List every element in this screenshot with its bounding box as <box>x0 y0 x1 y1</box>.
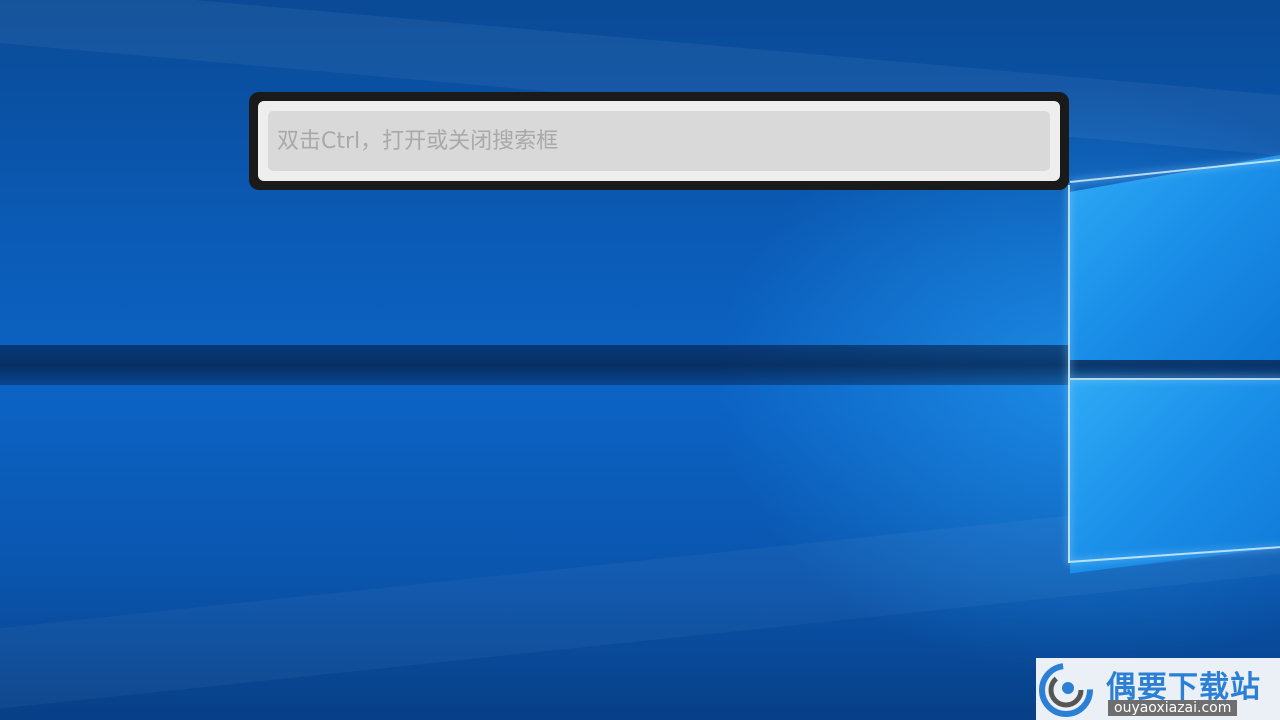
search-input[interactable] <box>268 111 1050 171</box>
wallpaper-light-beam-vertical <box>1068 185 1070 563</box>
wallpaper-light-beam <box>1070 378 1280 380</box>
site-watermark: 偶要下载站 ouyaoxiazai.com <box>1036 658 1280 720</box>
swirl-logo-icon <box>1039 663 1093 717</box>
search-popup-inner <box>258 101 1060 181</box>
search-popup <box>249 92 1069 190</box>
watermark-url: ouyaoxiazai.com <box>1108 700 1238 716</box>
wallpaper-window-pane-top <box>1070 155 1280 360</box>
